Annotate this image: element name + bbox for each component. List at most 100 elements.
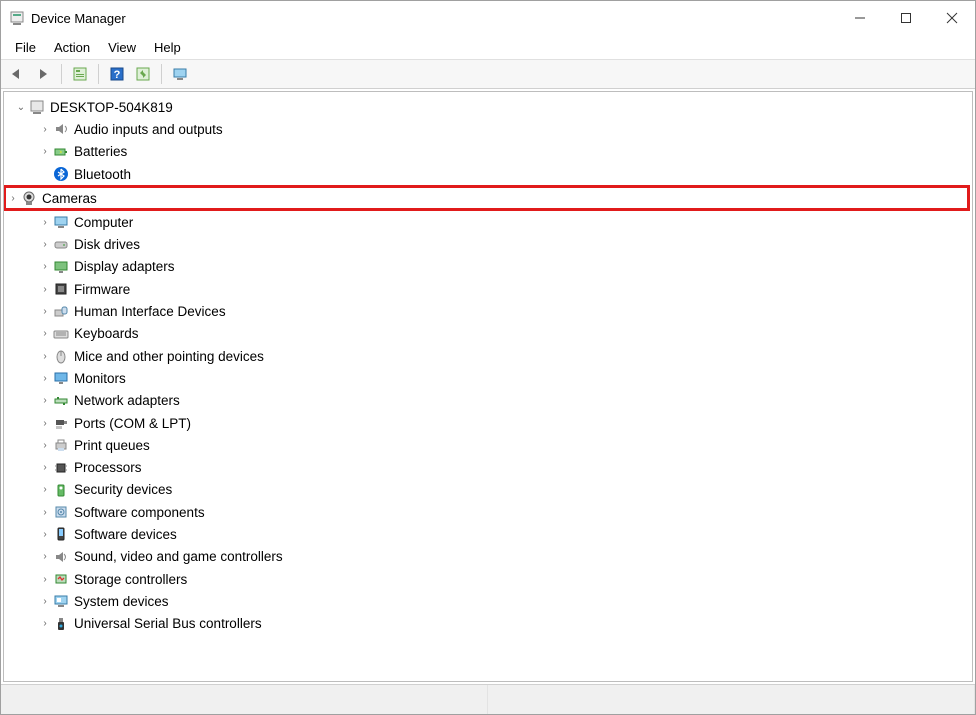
- tree-item-label: Sound, video and game controllers: [72, 549, 283, 564]
- tree-item-label: Security devices: [72, 482, 172, 497]
- expander-icon[interactable]: ›: [38, 373, 52, 384]
- menubar: File Action View Help: [1, 35, 975, 59]
- expander-icon[interactable]: ›: [38, 462, 52, 473]
- toolbar-separator: [161, 64, 162, 84]
- tree-item[interactable]: › Sound, video and game controllers: [6, 546, 970, 568]
- tree-item[interactable]: ›System devices: [6, 590, 970, 612]
- tree-item[interactable]: › Processors: [6, 456, 970, 478]
- tree-item-label: Human Interface Devices: [72, 304, 226, 319]
- menu-file[interactable]: File: [7, 38, 44, 57]
- tree-item[interactable]: › Keyboards: [6, 323, 970, 345]
- chip-icon: [52, 281, 70, 297]
- expander-icon[interactable]: ›: [38, 574, 52, 585]
- close-button[interactable]: [929, 3, 975, 33]
- camera-icon: [20, 190, 38, 206]
- tree-item[interactable]: › Display adapters: [6, 256, 970, 278]
- tree-item-label: Audio inputs and outputs: [72, 122, 223, 137]
- device-manager-window: Device Manager File Action View Help: [0, 0, 976, 715]
- tree-item-label: Keyboards: [72, 326, 139, 341]
- battery-icon: [52, 144, 70, 160]
- disk-icon: [52, 237, 70, 253]
- expander-icon[interactable]: ›: [38, 440, 52, 451]
- maximize-button[interactable]: [883, 3, 929, 33]
- expander-icon[interactable]: ›: [38, 351, 52, 362]
- expander-icon[interactable]: ›: [38, 306, 52, 317]
- expander-icon[interactable]: ›: [38, 507, 52, 518]
- expander-icon[interactable]: ⌄: [14, 102, 28, 113]
- expander-icon[interactable]: ›: [38, 284, 52, 295]
- tree-item[interactable]: › Security devices: [6, 479, 970, 501]
- expander-icon[interactable]: ›: [38, 618, 52, 629]
- tree-item-label: Firmware: [72, 282, 130, 297]
- hid-icon: [52, 304, 70, 320]
- expander-icon[interactable]: ›: [38, 328, 52, 339]
- expander-icon[interactable]: ›: [38, 146, 52, 157]
- expander-icon[interactable]: ›: [38, 239, 52, 250]
- expander-icon[interactable]: ›: [38, 529, 52, 540]
- tree-item[interactable]: › Disk drives: [6, 233, 970, 255]
- tree-item[interactable]: › Storage controllers: [6, 568, 970, 590]
- expander-icon[interactable]: ›: [38, 261, 52, 272]
- properties-button[interactable]: [68, 63, 92, 85]
- tree-item[interactable]: › Audio inputs and outputs: [6, 118, 970, 140]
- device-tree-panel: ⌄ DESKTOP-504K819 › Audio inputs and outp…: [3, 91, 973, 682]
- svg-text:?: ?: [114, 69, 121, 81]
- expander-icon[interactable]: ›: [6, 193, 20, 204]
- tree-item-label: Software components: [72, 505, 205, 520]
- tree-item[interactable]: ›Cameras: [3, 185, 970, 211]
- tree-root[interactable]: ⌄ DESKTOP-504K819: [6, 96, 970, 118]
- tree-item-label: Universal Serial Bus controllers: [72, 616, 262, 631]
- menu-view[interactable]: View: [100, 38, 144, 57]
- sound-icon: [52, 549, 70, 565]
- tree-item[interactable]: ›Software devices: [6, 523, 970, 545]
- tree-item[interactable]: › Universal Serial Bus controllers: [6, 613, 970, 635]
- tree-item-label: Monitors: [72, 371, 126, 386]
- tree-item[interactable]: › Software components: [6, 501, 970, 523]
- back-button[interactable]: [5, 63, 29, 85]
- tree-item[interactable]: ›Mice and other pointing devices: [6, 345, 970, 367]
- minimize-button[interactable]: [837, 3, 883, 33]
- expander-icon[interactable]: ›: [38, 484, 52, 495]
- tree-item[interactable]: ›Batteries: [6, 141, 970, 163]
- expander-icon[interactable]: ›: [38, 551, 52, 562]
- window-controls: [837, 3, 975, 33]
- forward-button[interactable]: [31, 63, 55, 85]
- scan-button[interactable]: [168, 63, 192, 85]
- tree-item-label: Display adapters: [72, 259, 175, 274]
- swdev-icon: [52, 526, 70, 542]
- tree-item-label: Processors: [72, 460, 142, 475]
- tree-item-label: Bluetooth: [72, 167, 131, 182]
- printer-icon: [52, 437, 70, 453]
- tree-item[interactable]: › Human Interface Devices: [6, 300, 970, 322]
- statusbar: [1, 684, 975, 714]
- expander-icon[interactable]: ›: [38, 418, 52, 429]
- toolbar: ?: [1, 59, 975, 89]
- expander-icon[interactable]: ›: [38, 124, 52, 135]
- tree-item[interactable]: › Network adapters: [6, 390, 970, 412]
- system-icon: [52, 593, 70, 609]
- tree-item[interactable]: ›Print queues: [6, 434, 970, 456]
- device-tree: ⌄ DESKTOP-504K819 › Audio inputs and outp…: [4, 92, 972, 639]
- computer-icon: [52, 214, 70, 230]
- port-icon: [52, 415, 70, 431]
- tree-item-label: Ports (COM & LPT): [72, 416, 191, 431]
- tree-item-label: Disk drives: [72, 237, 140, 252]
- status-cell: [488, 685, 975, 714]
- expander-icon[interactable]: ›: [38, 217, 52, 228]
- menu-help[interactable]: Help: [146, 38, 189, 57]
- expander-icon[interactable]: ›: [38, 596, 52, 607]
- tree-item[interactable]: › Computer: [6, 211, 970, 233]
- expander-icon[interactable]: ›: [38, 395, 52, 406]
- tree-item-label: Network adapters: [72, 393, 180, 408]
- tree-item[interactable]: Bluetooth: [6, 163, 970, 185]
- tree-item-label: Computer: [72, 215, 133, 230]
- tree-item[interactable]: › Ports (COM & LPT): [6, 412, 970, 434]
- tree-item[interactable]: › Firmware: [6, 278, 970, 300]
- tree-root-label: DESKTOP-504K819: [48, 100, 173, 115]
- tree-item[interactable]: › Monitors: [6, 367, 970, 389]
- tree-item-label: Storage controllers: [72, 572, 187, 587]
- toolbar-separator: [61, 64, 62, 84]
- refresh-button[interactable]: [131, 63, 155, 85]
- help-button[interactable]: ?: [105, 63, 129, 85]
- menu-action[interactable]: Action: [46, 38, 98, 57]
